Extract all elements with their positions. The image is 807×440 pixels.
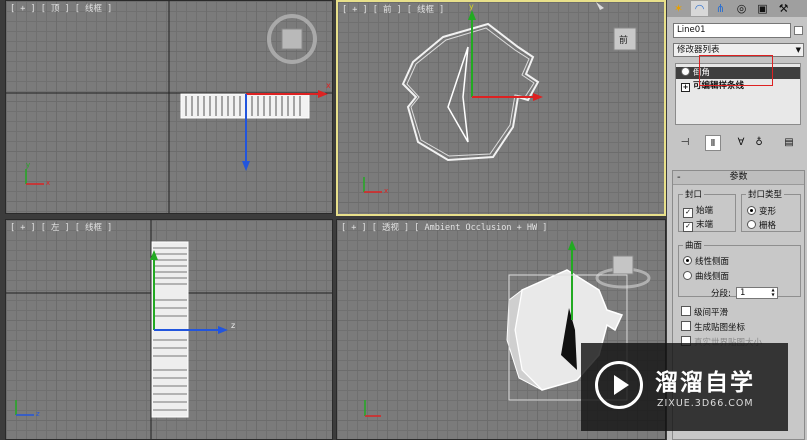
cap-end-checkbox[interactable]: ✓ 末端 [683,220,713,232]
axis-z-label: z [231,321,236,330]
morph-label: 变形 [759,207,777,217]
configure-modifier-sets-icon[interactable]: ▤ [781,135,797,151]
create-icon[interactable]: ✶ [670,1,687,16]
axis-x-label: x [384,187,389,195]
display-icon[interactable]: ▣ [754,1,771,16]
parameters-title: 参数 [729,172,748,182]
utilities-icon[interactable]: ⚒ [775,1,792,16]
light-bulb-icon[interactable] [681,67,690,76]
show-end-result-icon[interactable]: Ⅱ [705,135,721,151]
pin-stack-icon[interactable]: ⊣ [677,135,693,151]
surface-group-title: 曲面 [683,239,705,251]
smooth-across-levels-checkbox[interactable]: 级间平滑 [681,306,728,318]
curved-sides-radio[interactable]: 曲线侧面 [683,271,729,282]
viewport-top-scene [6,1,332,213]
parameters-rollout-header[interactable]: - 参数 [673,171,804,185]
segments-label: 分段: [711,289,731,299]
highlight-annotation-box [699,55,773,86]
axis-y-label: y [26,161,31,169]
object-color-swatch[interactable] [794,26,803,35]
command-panel-tabs: ✶ ◠ ⋔ ◎ ▣ ⚒ [667,0,807,17]
viewcube-persp[interactable] [612,255,634,275]
motion-icon[interactable]: ◎ [733,1,750,16]
chevron-down-icon: ▼ [795,46,801,54]
viewport-top[interactable]: [ + ] [ 顶 ] [ 线框 ] x y x [5,0,333,214]
watermark-url: ZIXUE.3D66.COM [657,398,754,409]
axis-x-label: x [326,81,331,90]
viewport-front[interactable]: [ + ] [ 前 ] [ 线框 ] 前 y x [336,0,666,216]
make-unique-icon[interactable]: ∀ [733,135,749,151]
axis-y-label: y [469,2,474,11]
curved-sides-label: 曲线侧面 [695,272,730,282]
cap-start-checkbox[interactable]: ✓ 始端 [683,206,713,218]
viewport-left-scene [6,220,332,439]
gen-mapping-checkbox[interactable]: 生成贴图坐标 [681,321,745,333]
gen-mapping-label: 生成贴图坐标 [694,323,746,333]
viewport-front-scene [363,2,637,193]
morph-radio[interactable]: 变形 [747,206,776,217]
linear-sides-radio[interactable]: 线性侧面 [683,256,729,267]
modify-icon[interactable]: ◠ [691,1,708,16]
axis-x-label: x [46,179,51,187]
viewport-left[interactable]: [ + ] [ 左 ] [ 线框 ] z z [5,219,333,440]
grid-label: 栅格 [759,221,777,231]
hierarchy-icon[interactable]: ⋔ [712,1,729,16]
watermark-title: 溜溜自学 [655,370,755,396]
collapse-icon[interactable]: - [677,171,681,184]
cap-type-group-title: 封口类型 [746,188,785,200]
smooth-across-levels-label: 级间平滑 [694,308,729,318]
viewcube-top[interactable] [281,28,303,50]
grid-radio[interactable]: 栅格 [747,220,776,231]
cap-start-label: 始端 [696,206,714,216]
cap-group-title: 封口 [683,188,705,200]
expand-icon[interactable]: + [681,83,690,92]
segments-spinner[interactable]: 1 [736,287,778,299]
play-logo-icon [595,361,643,409]
watermark: 溜溜自学 ZIXUE.3D66.COM [581,343,788,431]
linear-sides-label: 线性侧面 [695,257,730,267]
remove-modifier-icon[interactable]: ♁ [751,135,767,151]
modifier-list-label: 修改器列表 [677,45,720,55]
object-name-input[interactable]: Line01 [673,23,791,38]
axis-z-label: z [36,410,40,418]
viewcube-face-label[interactable]: 前 [619,33,628,46]
cap-end-label: 末端 [696,220,714,230]
